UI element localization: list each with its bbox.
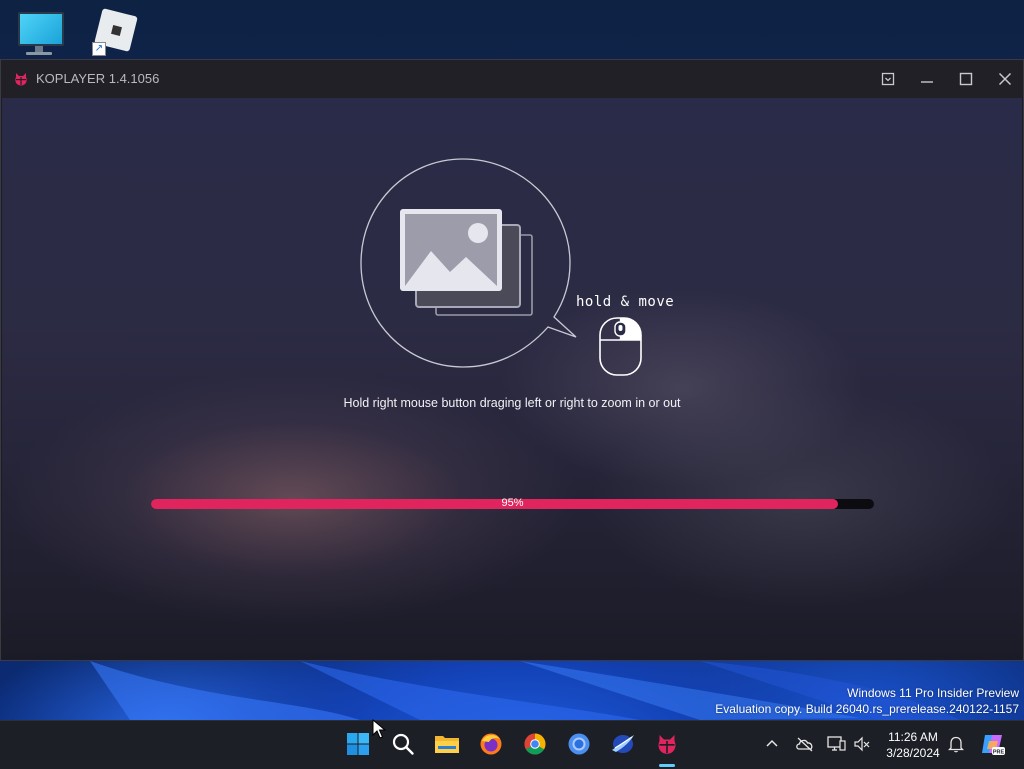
start-button[interactable] xyxy=(343,729,373,759)
watermark-edition: Windows 11 Pro Insider Preview xyxy=(847,686,1019,700)
firefox-button[interactable] xyxy=(476,729,506,759)
volume-tray-button[interactable] xyxy=(852,734,872,754)
taskbar: 11:26 AM 3/28/2024 PRE xyxy=(0,720,1024,769)
close-icon xyxy=(998,72,1012,86)
dropdown-icon xyxy=(881,72,895,86)
monitor-icon xyxy=(18,12,64,46)
progress-percent-text: 95% xyxy=(501,497,524,509)
chevron-up-icon xyxy=(766,739,778,747)
notifications-button[interactable] xyxy=(946,734,966,754)
onedrive-tray-button[interactable] xyxy=(795,734,815,754)
notification-bell-icon xyxy=(948,736,964,753)
chrome-button[interactable] xyxy=(520,729,550,759)
window-title: KOPLAYER 1.4.1056 xyxy=(36,71,160,86)
koplayer-logo-icon xyxy=(15,73,27,86)
windows-watermark: Windows 11 Pro Insider Preview Evaluatio… xyxy=(715,685,1019,717)
maximize-icon xyxy=(959,72,973,86)
show-hidden-icons-button[interactable] xyxy=(762,734,782,754)
koplayer-icon xyxy=(658,735,676,754)
file-explorer-icon xyxy=(435,736,459,753)
clock-date: 3/28/2024 xyxy=(886,746,940,760)
mouse-cursor-icon xyxy=(372,719,386,739)
this-pc-desktop-icon[interactable] xyxy=(16,10,64,58)
loading-progress-bar: 95% xyxy=(151,497,874,509)
koplayer-taskbar-button[interactable] xyxy=(652,729,682,759)
display-icon xyxy=(827,736,846,751)
roblox-desktop-icon[interactable]: ↗ xyxy=(92,8,140,56)
search-button[interactable] xyxy=(388,729,418,759)
watermark-build: Evaluation copy. Build 26040.rs_prerelea… xyxy=(715,702,1019,716)
koplayer-alt-icon xyxy=(612,735,634,753)
chrome-icon xyxy=(524,733,546,755)
minimize-button[interactable] xyxy=(910,66,944,92)
shortcut-arrow-icon: ↗ xyxy=(92,42,106,56)
network-tray-button[interactable] xyxy=(826,734,846,754)
mouse-icon xyxy=(599,317,642,376)
loading-screen: hold & move Hold right mouse button drag… xyxy=(2,98,1022,660)
start-icon xyxy=(347,733,369,755)
search-icon xyxy=(392,733,414,755)
active-app-indicator xyxy=(659,764,675,767)
copilot-button[interactable]: PRE xyxy=(980,731,1006,757)
onedrive-offline-icon xyxy=(796,737,813,752)
zoom-hint-illustration xyxy=(360,158,577,368)
copilot-icon: PRE xyxy=(982,735,1005,755)
window-titlebar[interactable]: KOPLAYER 1.4.1056 xyxy=(1,60,1023,98)
zoom-instruction-text: Hold right mouse button draging left or … xyxy=(343,396,681,410)
svg-text:PRE: PRE xyxy=(993,749,1005,755)
taskbar-clock[interactable]: 11:26 AM 3/28/2024 xyxy=(880,729,946,761)
koplayer-window: KOPLAYER 1.4.1056 hold & move Hold right… xyxy=(0,59,1024,661)
window-menu-button[interactable] xyxy=(871,66,905,92)
minimize-icon xyxy=(921,81,933,83)
volume-muted-icon xyxy=(854,736,870,752)
hold-move-label: hold & move xyxy=(576,294,675,310)
koplayer-alt-button[interactable] xyxy=(608,729,638,759)
firefox-icon xyxy=(480,733,502,755)
maximize-button[interactable] xyxy=(949,66,983,92)
close-button[interactable] xyxy=(988,66,1022,92)
file-explorer-button[interactable] xyxy=(432,729,462,759)
chromium-icon xyxy=(568,733,590,755)
clock-time: 11:26 AM xyxy=(888,730,938,744)
chromium-button[interactable] xyxy=(564,729,594,759)
